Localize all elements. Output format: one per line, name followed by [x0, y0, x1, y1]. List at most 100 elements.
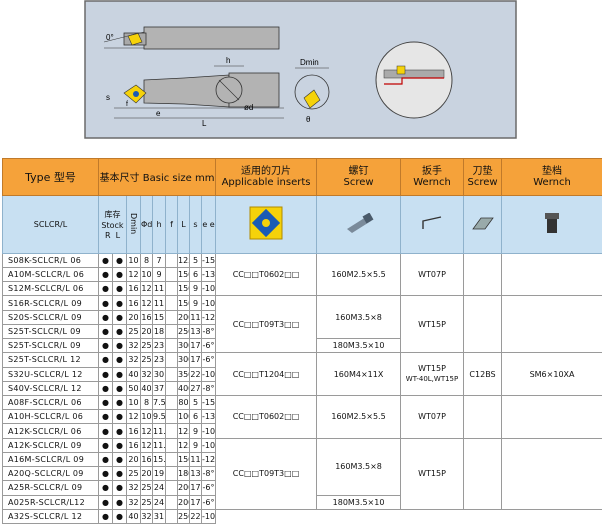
dmin-value: 16 — [126, 423, 141, 439]
row-code: S08K-SCLCR/L 06 — [2, 252, 99, 269]
shim-screw-code — [501, 295, 602, 354]
s-value: 11 — [189, 309, 202, 325]
shim-screw-header: 垫档 Wernch — [501, 158, 602, 196]
stock-r: ● — [98, 480, 113, 496]
row-code: A20Q-SCLCR/L 09 — [2, 466, 99, 482]
s-label: s — [106, 93, 110, 102]
L-value: 150 — [177, 281, 190, 297]
row-code: A025R-SCLCR/L12 — [2, 494, 99, 510]
stock-r: ● — [98, 423, 113, 439]
e-value: -8° — [200, 466, 217, 482]
d-value: 12 — [140, 295, 153, 311]
h-value: 11 — [152, 281, 166, 297]
s-value: 5 — [189, 252, 202, 269]
h-value: 11.5 — [152, 437, 166, 453]
d-value: 32 — [140, 508, 153, 525]
stock-l: ● — [112, 423, 127, 439]
row-code: S32U-SCLCR/L 12 — [2, 366, 99, 382]
d-value: 20 — [140, 466, 153, 482]
row-code: A16M-SCLCR/L 09 — [2, 451, 99, 468]
stock-r: ● — [98, 380, 113, 396]
h-value: 23 — [152, 352, 166, 368]
table-row: A32S-SCLCR/L 12●●40323125022-10° — [2, 508, 602, 525]
shim-screw-icon — [545, 213, 560, 234]
stock-r: ● — [98, 409, 113, 425]
e-value: -13° — [200, 267, 217, 283]
dmin-value: 32 — [126, 480, 141, 496]
stock-l: ● — [112, 494, 127, 510]
f-value — [165, 366, 178, 382]
shim-code — [463, 437, 503, 510]
row-code: S12M-SCLCR/L 06 — [2, 281, 99, 297]
d-value: 25 — [140, 480, 153, 496]
screw-code: 160M4×11X — [316, 352, 402, 396]
wrench-code: WT15P — [400, 437, 465, 510]
stock-r: ● — [98, 295, 113, 311]
row-code: A25R-SCLCR/L 09 — [2, 480, 99, 496]
dmin-value: 10 — [126, 252, 141, 269]
s-value: 22 — [189, 366, 202, 382]
l-label: L — [202, 119, 207, 128]
e-value: -10° — [200, 366, 217, 382]
h-value: 15 — [152, 309, 166, 325]
h-value: 31 — [152, 508, 166, 525]
e-value: -12° — [200, 451, 217, 468]
h-value: 9.5 — [152, 409, 166, 425]
e-value: -15° — [200, 252, 217, 269]
e-value: -10° — [200, 508, 217, 525]
d-value: 12 — [140, 437, 153, 453]
s-value: 13 — [189, 466, 202, 482]
screw-code: 160M3.5×8 — [316, 437, 402, 496]
h-value: 18 — [152, 323, 166, 340]
wrench-code: WT07P — [400, 252, 465, 297]
stock-l: ● — [112, 281, 127, 297]
row-code: A10H-SCLCR/L 06 — [2, 409, 99, 425]
shim-screw-code — [501, 437, 602, 510]
e-label: e — [156, 109, 161, 118]
tool-drawing: 0° s f e L h ød Dmin θ — [84, 0, 517, 139]
stock-r: ● — [98, 494, 113, 510]
f-value — [165, 437, 178, 453]
d-value: 25 — [140, 338, 153, 354]
screw-icon-cell — [316, 194, 402, 254]
stock-r: ● — [98, 352, 113, 368]
e-value: -10° — [200, 281, 217, 297]
insert-code: CC□□T1204□□ — [215, 352, 318, 396]
stock-r: ● — [98, 394, 113, 411]
row-code: S25T-SCLCR/L 12 — [2, 352, 99, 368]
s-value: 6 — [189, 267, 202, 283]
e-col: e e — [200, 194, 217, 254]
insert-icon — [249, 206, 283, 240]
d-value: 8 — [140, 252, 153, 269]
dmin-value: 16 — [126, 295, 141, 311]
e-value: -6° — [200, 338, 217, 354]
s-value: 13 — [189, 323, 202, 340]
d-value: 10 — [140, 409, 153, 425]
f-value — [165, 338, 178, 354]
screw-icon — [346, 212, 373, 234]
e-value: -6° — [200, 494, 217, 510]
stock-l: ● — [112, 295, 127, 311]
stock-l: ● — [112, 252, 127, 269]
e-value: -6° — [200, 352, 217, 368]
screw-code: 160M3.5×8 — [316, 295, 402, 340]
h-value: 11.5 — [152, 423, 166, 439]
d-label: ød — [244, 103, 253, 112]
shim-code — [463, 252, 503, 297]
shim-icon — [471, 217, 494, 230]
insert-code: CC□□T0602□□ — [215, 394, 318, 439]
insert-icon-cell — [215, 194, 318, 254]
stock-r: ● — [98, 466, 113, 482]
h-value: 11 — [152, 295, 166, 311]
dmin-value: 25 — [126, 323, 141, 340]
s-value: 5 — [189, 394, 202, 411]
e-value: -10° — [200, 423, 217, 439]
stock-l: ● — [112, 508, 127, 525]
table-row: A12K-SCLCR/L 09●●161211.51259-10°CC□□T09… — [2, 437, 602, 510]
table-row: S16R-SCLCR/L 09●●1612111509-10°CC□□T09T3… — [2, 295, 602, 354]
s-value: 27 — [189, 380, 202, 396]
f-label: f — [126, 101, 128, 108]
f-value — [165, 508, 178, 525]
stock-r: ● — [98, 267, 113, 283]
h-value: 24 — [152, 480, 166, 496]
